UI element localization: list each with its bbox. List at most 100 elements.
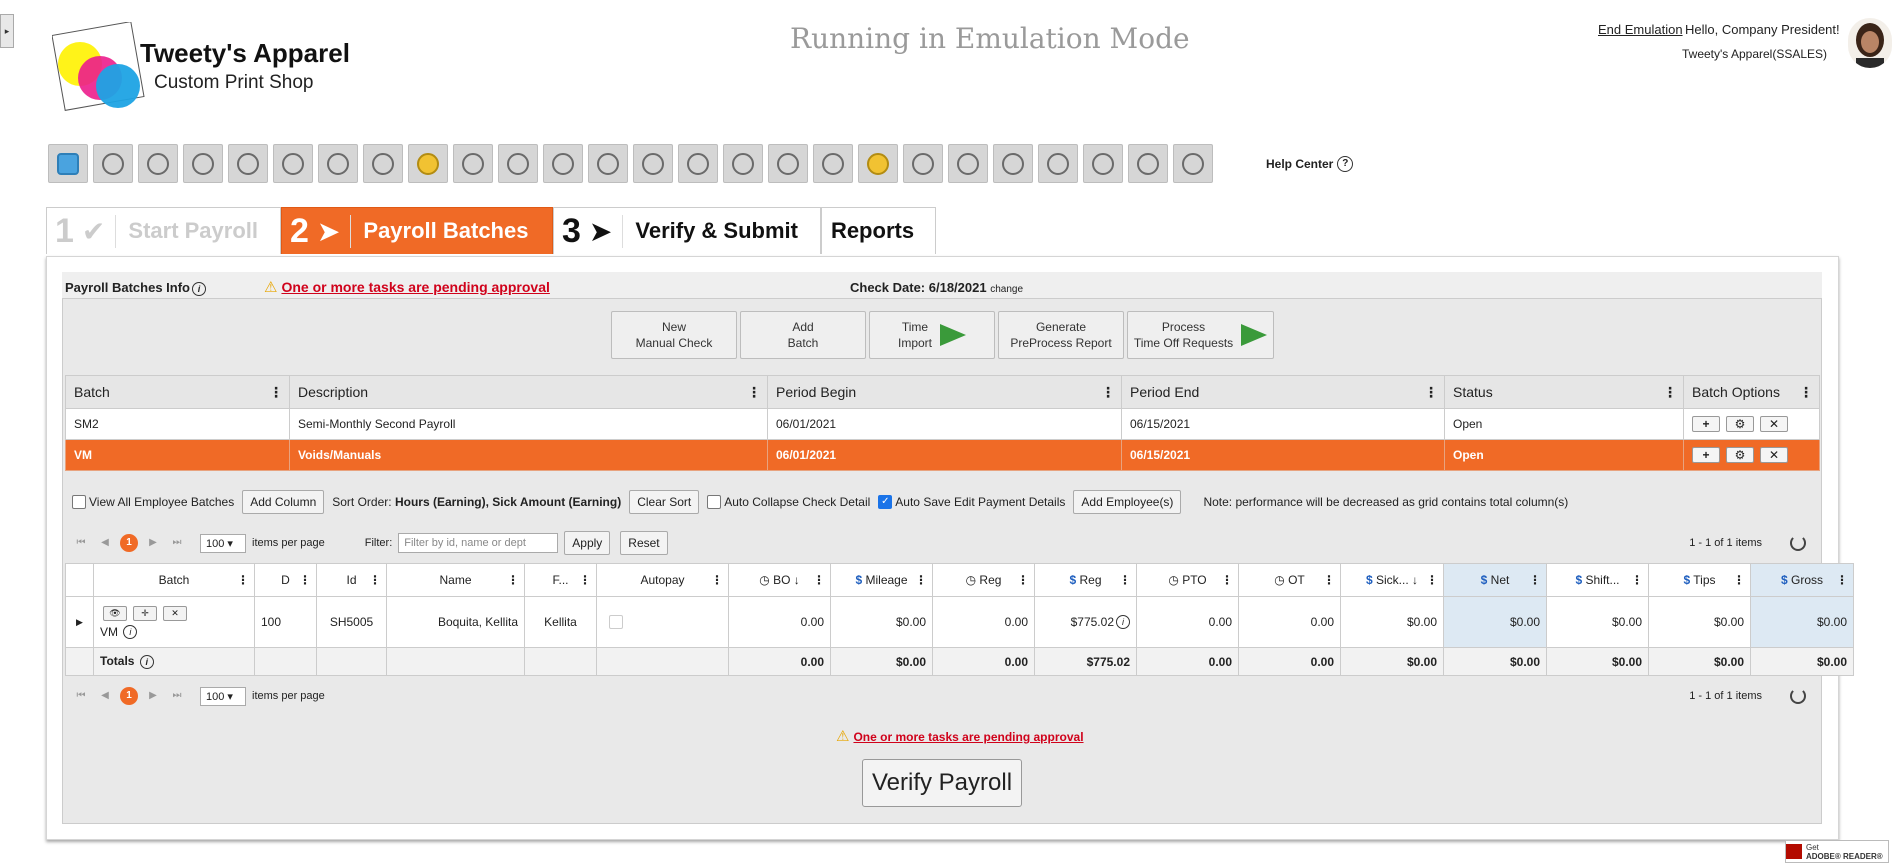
- document-button[interactable]: [363, 144, 403, 183]
- employee-row[interactable]: ▶ 👁 ✛ ✕ VM i 100 SH5005 Boquita, Kellita K…: [65, 596, 1854, 648]
- hand-button[interactable]: [678, 144, 718, 183]
- col-shift[interactable]: $ Shift... ⋮: [1546, 563, 1649, 597]
- add-icon[interactable]: +: [1692, 447, 1720, 463]
- column-menu-icon[interactable]: ⋮: [237, 573, 249, 587]
- gear-icon[interactable]: ⚙: [1726, 416, 1754, 432]
- team-button[interactable]: [273, 144, 313, 183]
- move-icon[interactable]: ✛: [133, 605, 157, 621]
- checkbox[interactable]: [72, 495, 86, 510]
- cell-ot[interactable]: 0.00: [1238, 596, 1341, 648]
- target-button[interactable]: [453, 144, 493, 183]
- col-autopay[interactable]: Autopay ⋮: [596, 563, 729, 597]
- pending-approval-link[interactable]: One or more tasks are pending approval: [281, 279, 549, 295]
- current-page[interactable]: 1: [120, 534, 138, 552]
- avatar[interactable]: [1848, 18, 1892, 68]
- col-tips[interactable]: $ Tips ⋮: [1648, 563, 1751, 597]
- column-menu-icon[interactable]: ⋮: [1424, 384, 1438, 401]
- add-icon[interactable]: +: [1692, 416, 1720, 432]
- refresh-icon[interactable]: [1790, 688, 1806, 704]
- table-row[interactable]: SM2 Semi-Monthly Second Payroll 06/01/20…: [65, 408, 1820, 440]
- auto-save-checkbox[interactable]: ✓ Auto Save Edit Payment Details: [878, 495, 1065, 510]
- search-person-button[interactable]: [768, 144, 808, 183]
- page-size-select[interactable]: 100 ▾: [200, 686, 246, 706]
- prev-page-icon[interactable]: ◀: [96, 534, 114, 552]
- view-icon[interactable]: 👁: [103, 605, 127, 621]
- last-page-icon[interactable]: ⏭: [168, 687, 186, 705]
- org-chart-button[interactable]: [318, 144, 358, 183]
- group-chart-button[interactable]: [993, 144, 1033, 183]
- filter-input[interactable]: Filter by id, name or dept: [398, 533, 559, 553]
- next-page-icon[interactable]: ▶: [144, 534, 162, 552]
- column-menu-icon[interactable]: ⋮: [1101, 384, 1115, 401]
- col-batch[interactable]: Batch ⋮: [93, 563, 255, 597]
- sidebar-toggle[interactable]: ▸: [0, 14, 14, 48]
- help-center-link[interactable]: Help Center ?: [1266, 156, 1354, 172]
- step-verify-submit[interactable]: 3 ➤ Verify & Submit: [553, 207, 821, 254]
- process-time-off-button[interactable]: Process Time Off Requests: [1127, 311, 1274, 359]
- tax-button[interactable]: [183, 144, 223, 183]
- group-button[interactable]: [903, 144, 943, 183]
- column-menu-icon[interactable]: ⋮: [813, 573, 825, 587]
- generate-preprocess-report-button[interactable]: Generate PreProcess Report: [998, 311, 1124, 359]
- no-person-button[interactable]: [813, 144, 853, 183]
- col-reg-hours[interactable]: ◷ Reg ⋮: [932, 563, 1035, 597]
- step-start-payroll[interactable]: 1 ✔ Start Payroll: [46, 207, 281, 254]
- table-row-selected[interactable]: VM Voids/Manuals 06/01/2021 06/15/2021 O…: [65, 439, 1820, 471]
- col-period-end[interactable]: Period End ⋮: [1121, 375, 1445, 409]
- refresh-icon[interactable]: [1790, 535, 1806, 551]
- col-reg-amount[interactable]: $ Reg ⋮: [1034, 563, 1137, 597]
- end-emulation-link[interactable]: End Emulation: [1598, 22, 1683, 37]
- column-menu-icon[interactable]: ⋮: [1323, 573, 1335, 587]
- view-all-batches-checkbox[interactable]: View All Employee Batches: [72, 495, 234, 510]
- info-icon[interactable]: i: [123, 625, 138, 640]
- cell-bo[interactable]: 0.00: [728, 596, 831, 648]
- auto-collapse-checkbox[interactable]: Auto Collapse Check Detail: [707, 495, 870, 510]
- add-column-button[interactable]: Add Column: [242, 490, 325, 514]
- clear-sort-button[interactable]: Clear Sort: [629, 490, 700, 514]
- add-employees-button[interactable]: Add Employee(s): [1073, 490, 1182, 514]
- apply-button[interactable]: Apply: [564, 531, 611, 555]
- column-menu-icon[interactable]: ⋮: [579, 573, 591, 587]
- column-menu-icon[interactable]: ⋮: [1017, 573, 1029, 587]
- info-icon[interactable]: i: [139, 654, 154, 669]
- add-batch-button[interactable]: Add Batch: [740, 311, 866, 359]
- training-button[interactable]: [1128, 144, 1168, 183]
- new-manual-check-button[interactable]: New Manual Check: [611, 311, 737, 359]
- col-first[interactable]: F... ⋮: [524, 563, 597, 597]
- person-arrow-button[interactable]: [948, 144, 988, 183]
- column-menu-icon[interactable]: ⋮: [1119, 573, 1131, 587]
- last-page-icon[interactable]: ⏭: [168, 534, 186, 552]
- step-reports[interactable]: Reports: [821, 207, 936, 254]
- column-menu-icon[interactable]: ⋮: [1426, 573, 1438, 587]
- pending-approval-warning[interactable]: ⚠ One or more tasks are pending approval: [264, 278, 550, 297]
- money-bag-alt-button[interactable]: [858, 144, 898, 183]
- first-page-icon[interactable]: ⏮: [72, 687, 90, 705]
- delete-icon[interactable]: ✕: [163, 605, 187, 621]
- column-menu-icon[interactable]: ⋮: [915, 573, 927, 587]
- current-page[interactable]: 1: [120, 687, 138, 705]
- time-import-button[interactable]: Time Import: [869, 311, 995, 359]
- pending-approval-link[interactable]: One or more tasks are pending approval: [853, 730, 1083, 744]
- autopay-checkbox[interactable]: [609, 615, 623, 630]
- col-period-begin[interactable]: Period Begin ⋮: [767, 375, 1122, 409]
- close-icon[interactable]: ✕: [1760, 416, 1788, 432]
- column-menu-icon[interactable]: ⋮: [269, 384, 283, 401]
- shield-button[interactable]: [723, 144, 763, 183]
- checkbox[interactable]: [707, 495, 722, 510]
- next-page-icon[interactable]: ▶: [144, 687, 162, 705]
- cell-reg-hours[interactable]: 0.00: [932, 596, 1035, 648]
- col-status[interactable]: Status ⋮: [1444, 375, 1684, 409]
- awards-button[interactable]: [93, 144, 133, 183]
- col-ot[interactable]: ◷ OT ⋮: [1238, 563, 1341, 597]
- column-menu-icon[interactable]: ⋮: [369, 573, 381, 587]
- column-menu-icon[interactable]: ⋮: [711, 573, 723, 587]
- col-pto[interactable]: ◷ PTO ⋮: [1136, 563, 1239, 597]
- column-menu-icon[interactable]: ⋮: [299, 573, 311, 587]
- column-menu-icon[interactable]: ⋮: [1529, 573, 1541, 587]
- col-net[interactable]: $ Net ⋮: [1443, 563, 1547, 597]
- cell-reg-amount[interactable]: $775.02 i: [1034, 596, 1137, 648]
- page-size-select[interactable]: 100 ▾: [200, 533, 246, 553]
- goal-button[interactable]: [543, 144, 583, 183]
- adobe-reader-badge[interactable]: Get ADOBE® READER®: [1785, 840, 1889, 863]
- col-bo[interactable]: ◷ BO ↓ ⋮: [728, 563, 831, 597]
